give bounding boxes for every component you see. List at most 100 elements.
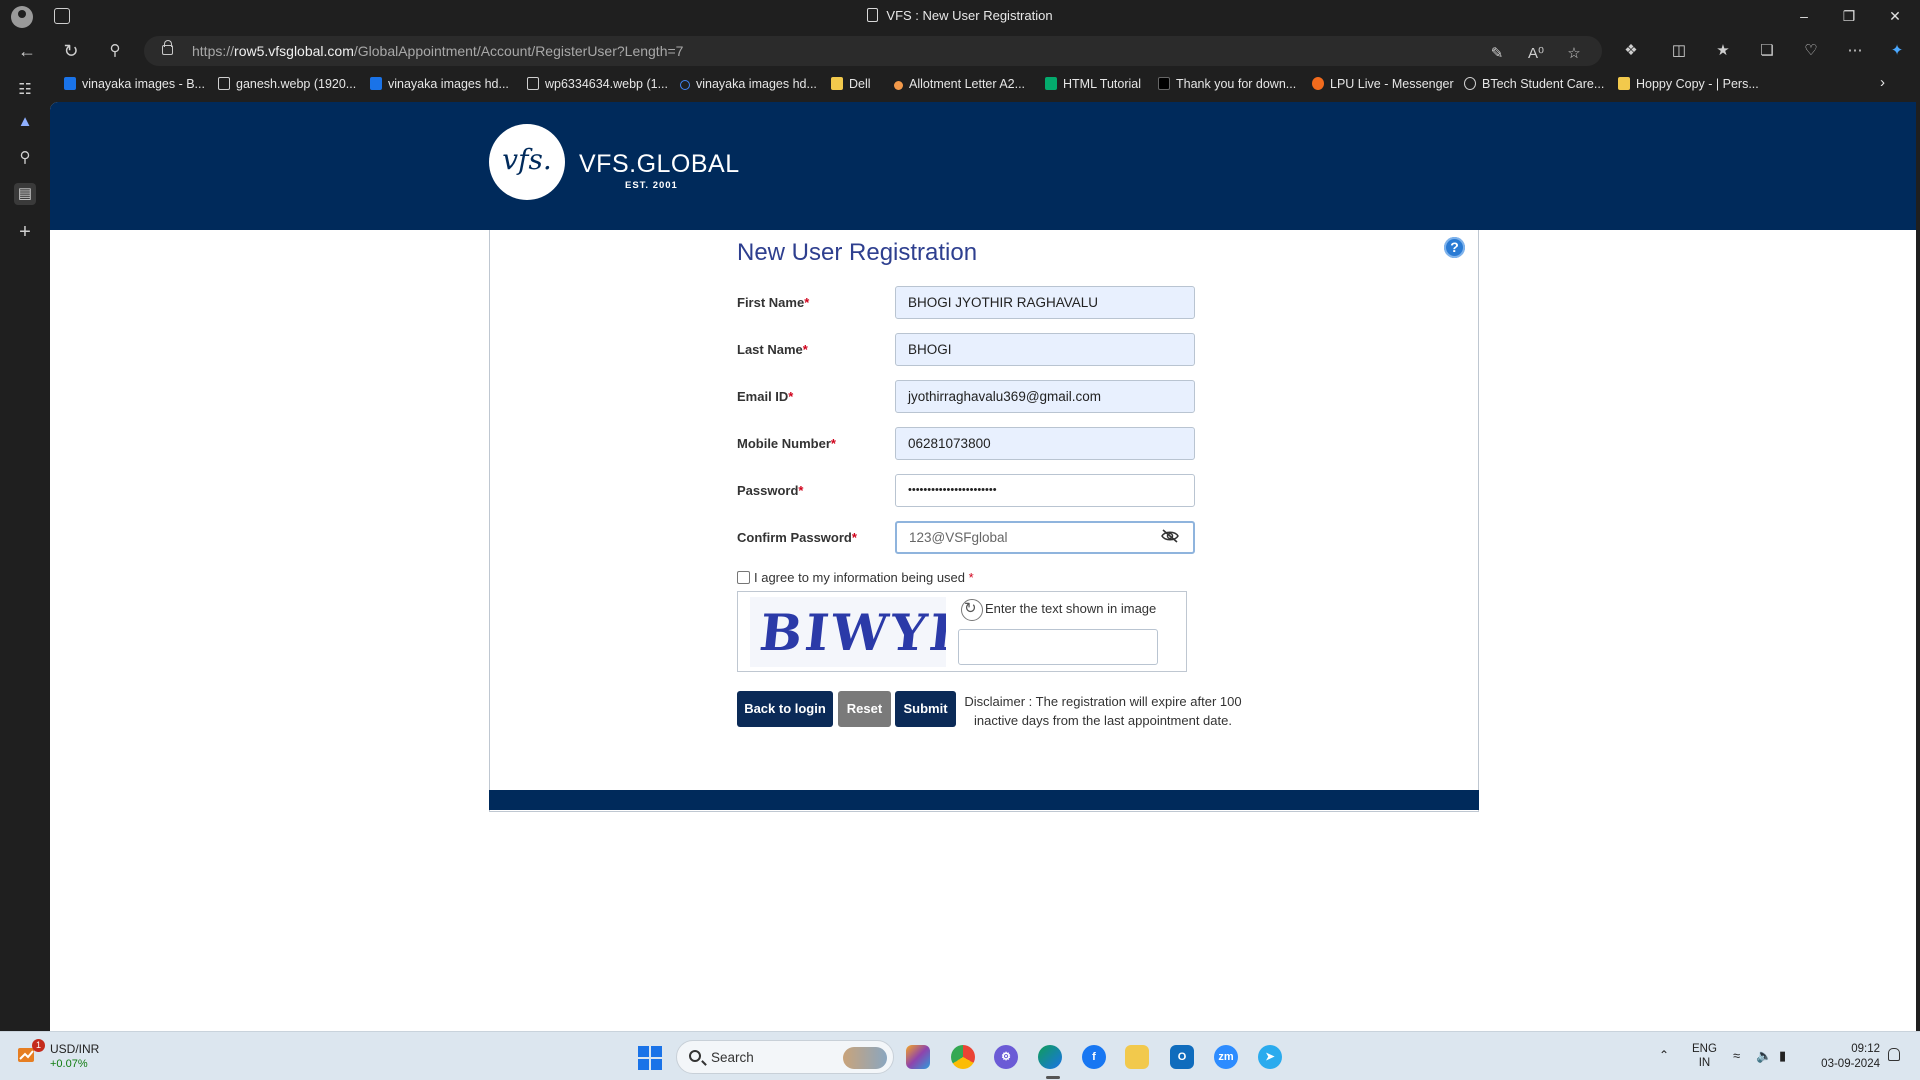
back-to-login-button[interactable]: Back to login — [737, 691, 833, 727]
first-name-field[interactable]: BHOGI JYOTHIR RAGHAVALU — [895, 286, 1195, 319]
taskbar-search-box[interactable]: Search — [676, 1040, 894, 1074]
minimize-button[interactable]: – — [1793, 6, 1815, 26]
restore-button[interactable]: ❐ — [1838, 6, 1860, 26]
extensions-icon[interactable]: ❖ — [1621, 41, 1641, 61]
start-button-windows-icon[interactable] — [638, 1046, 662, 1070]
favorite-star-icon[interactable]: ☆ — [1564, 44, 1584, 64]
disclaimer-text: Disclaimer : The registration will expir… — [964, 694, 1242, 728]
volume-icon[interactable]: 🔈 — [1756, 1048, 1772, 1064]
favorites-icon[interactable]: ★ — [1713, 41, 1733, 61]
url-field[interactable]: https://row5.vfsglobal.com/GlobalAppoint… — [144, 36, 1602, 66]
email-label: Email ID* — [737, 389, 793, 404]
label-text: First Name — [737, 295, 805, 310]
notification-bell-icon[interactable] — [1888, 1048, 1900, 1061]
clock-time: 09:12 — [1851, 1043, 1880, 1055]
bookmark-item[interactable]: vinayaka images - B... — [64, 77, 205, 95]
lang-region: IN — [1698, 1057, 1711, 1069]
url-text[interactable]: https://row5.vfsglobal.com/GlobalAppoint… — [192, 43, 683, 59]
window-title-text: VFS : New User Registration — [886, 8, 1053, 23]
site-icon — [1464, 77, 1476, 90]
split-screen-icon[interactable]: ◫ — [1669, 41, 1689, 61]
bookmark-label: BTech Student Care... — [1482, 77, 1605, 91]
more-options-icon[interactable]: ⋯ — [1845, 41, 1865, 61]
copilot-icon[interactable]: ✦ — [1887, 41, 1907, 61]
bookmark-item[interactable]: vinayaka images hd... — [370, 77, 509, 95]
email-field[interactable]: jyothirraghavalu369@gmail.com — [895, 380, 1195, 413]
collections-icon[interactable]: ❏ — [1757, 41, 1777, 61]
password-label: Password* — [737, 483, 803, 498]
label-text: Last Name — [737, 342, 803, 357]
bookmark-label: Dell — [849, 77, 871, 91]
outlook-app-icon[interactable]: O — [1170, 1045, 1194, 1069]
file-explorer-icon[interactable] — [1125, 1045, 1149, 1069]
notification-badge: 1 — [32, 1039, 45, 1052]
tab-actions-icon[interactable]: ☷ — [14, 79, 36, 101]
refresh-icon[interactable]: ↻ — [59, 40, 83, 62]
captcha-image: BIWYI — [750, 597, 946, 667]
bookmark-item[interactable]: Thank you for down... — [1158, 77, 1296, 95]
folder-icon — [831, 77, 843, 90]
bookmark-item[interactable]: ganesh.webp (1920... — [218, 77, 356, 95]
windows-taskbar: 1 USD/INR +0.07% Search ⚙ f O zm ➤ ⌃ ENG… — [0, 1031, 1920, 1080]
captcha-refresh-icon[interactable] — [961, 599, 983, 621]
battery-icon[interactable]: ▮ — [1779, 1048, 1786, 1064]
help-icon[interactable]: ? — [1444, 237, 1465, 258]
copilot-sidebar-icon[interactable]: ▲ — [14, 111, 36, 133]
bookmark-item[interactable]: Allotment Letter A2... — [894, 77, 1025, 95]
copilot-app-icon[interactable] — [906, 1045, 930, 1069]
captcha-input[interactable] — [958, 629, 1158, 665]
bookmark-item[interactable]: LPU Live - Messenger — [1312, 77, 1454, 95]
first-name-label: First Name* — [737, 295, 809, 310]
url-host: row5.vfsglobal.com — [234, 43, 354, 59]
submit-button[interactable]: Submit — [895, 691, 956, 727]
lang-code: ENG — [1692, 1043, 1717, 1055]
close-window-button[interactable]: ✕ — [1884, 6, 1906, 26]
reset-button[interactable]: Reset — [838, 691, 891, 727]
read-aloud-icon[interactable]: A⁰ — [1526, 44, 1546, 64]
bookmark-label: vinayaka images hd... — [696, 77, 817, 91]
hide-password-eye-icon[interactable] — [1160, 528, 1180, 544]
edge-app-icon[interactable] — [1038, 1045, 1062, 1069]
clock[interactable]: 09:12 03-09-2024 — [1810, 1042, 1880, 1072]
active-tab-icon[interactable]: ▤ — [14, 183, 36, 205]
page-icon — [527, 77, 539, 90]
mobile-field[interactable]: 06281073800 — [895, 427, 1195, 460]
address-bar-row: ← ↻ ⚲ https://row5.vfsglobal.com/GlobalA… — [0, 33, 1920, 69]
bookmark-item[interactable]: Hoppy Copy - | Pers... — [1618, 77, 1759, 95]
bookmark-item[interactable]: HTML Tutorial — [1045, 77, 1141, 95]
chrome-app-icon[interactable] — [951, 1045, 975, 1069]
sidebar-search-icon[interactable]: ⚲ — [14, 147, 36, 169]
bookmark-item[interactable]: Dell — [831, 77, 871, 95]
stock-name[interactable]: USD/INR — [50, 1042, 99, 1056]
w3schools-icon — [1045, 77, 1057, 90]
password-field[interactable]: ••••••••••••••••••••••• — [895, 474, 1195, 507]
pen-icon[interactable]: ✎ — [1487, 44, 1507, 64]
vertical-sidebar: ☷ ▲ ⚲ ▤ + — [0, 69, 50, 1031]
bookmark-label: wp6334634.webp (1... — [545, 77, 669, 91]
language-indicator[interactable]: ENG IN — [1692, 1042, 1717, 1070]
agree-checkbox-row[interactable]: I agree to my information being used * — [737, 570, 974, 585]
new-tab-plus-icon[interactable]: + — [14, 221, 36, 243]
mobile-label: Mobile Number* — [737, 436, 836, 451]
back-arrow-icon[interactable]: ← — [15, 40, 39, 62]
bookmark-item[interactable]: vinayaka images hd... — [680, 77, 817, 95]
confirm-password-field[interactable]: 123@VSFglobal — [895, 521, 1195, 554]
search-icon[interactable]: ⚲ — [103, 40, 127, 62]
telegram-app-icon[interactable]: ➤ — [1258, 1045, 1282, 1069]
settings-app-icon[interactable]: ⚙ — [994, 1045, 1018, 1069]
facebook-app-icon[interactable]: f — [1082, 1045, 1106, 1069]
browser-essentials-icon[interactable]: ♡ — [1801, 41, 1821, 61]
chevron-right-icon[interactable]: › — [1880, 74, 1885, 92]
wifi-icon[interactable]: ≈ — [1733, 1048, 1740, 1063]
bookmark-item[interactable]: wp6334634.webp (1... — [527, 77, 668, 95]
required-mark: * — [804, 295, 810, 310]
lock-icon[interactable] — [162, 40, 173, 55]
show-hidden-icons-chevron[interactable]: ⌃ — [1659, 1048, 1669, 1062]
agree-checkbox[interactable] — [737, 571, 750, 584]
zoom-app-icon[interactable]: zm — [1214, 1045, 1238, 1069]
vfs-logo-mark[interactable]: vfs. — [489, 124, 565, 200]
last-name-field[interactable]: BHOGI — [895, 333, 1195, 366]
bookmark-item[interactable]: BTech Student Care... — [1464, 77, 1604, 95]
confirm-password-label: Confirm Password* — [737, 530, 857, 545]
panel-footer-bar — [489, 790, 1479, 810]
